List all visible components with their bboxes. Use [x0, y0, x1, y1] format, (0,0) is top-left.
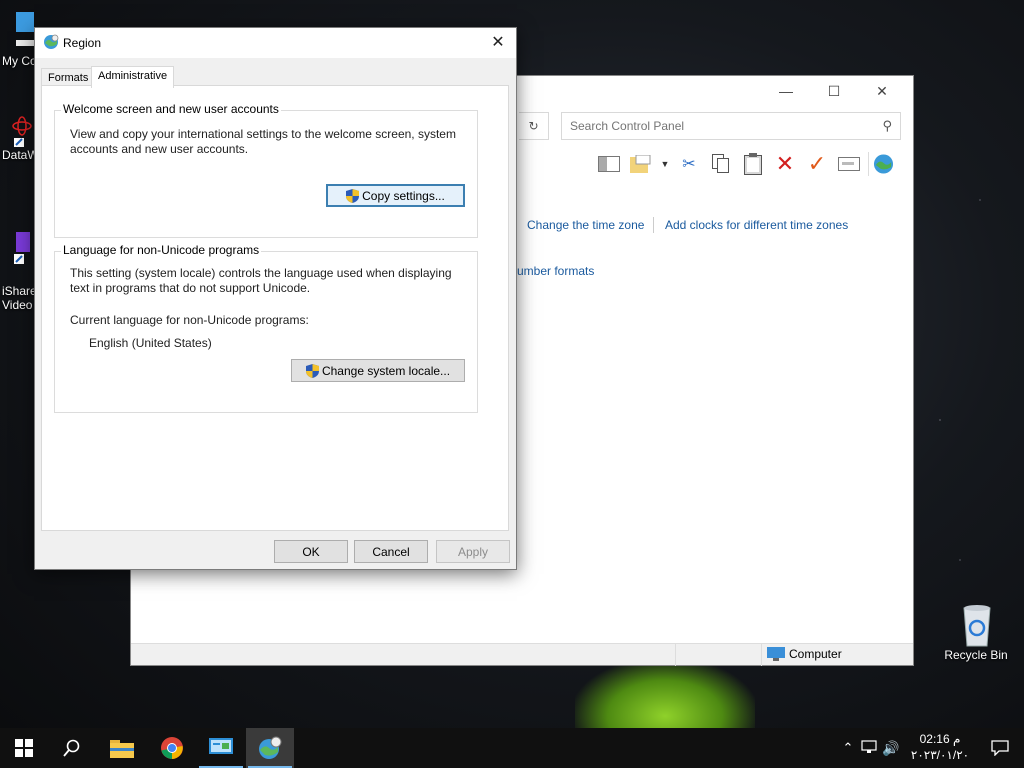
notification-icon [991, 740, 1009, 756]
taskbar: ⌃ 🔊 02:16 م ٢٠٢٣/٠١/٢٠ [0, 728, 1024, 768]
globe-icon[interactable] [868, 152, 894, 176]
system-tray: ⌃ 🔊 [838, 728, 902, 768]
region-globe-icon [259, 736, 282, 759]
number-formats-link[interactable]: umber formats [517, 264, 594, 278]
close-icon[interactable]: ✕ [484, 30, 512, 56]
desktop-icon-label: Recycle Bin [944, 648, 1008, 662]
desktop-icon-ishare[interactable]: iShare Video [2, 218, 37, 312]
control-panel-icon [209, 738, 233, 754]
dialog-titlebar[interactable]: Region ✕ [35, 28, 516, 58]
close-window-button[interactable]: ✕ [859, 80, 905, 102]
status-divider [761, 644, 762, 666]
region-globe-icon [43, 34, 59, 54]
apply-label: Apply [457, 544, 489, 559]
ok-label: OK [302, 544, 320, 559]
add-clocks-link[interactable]: Add clocks for different time zones [665, 218, 848, 232]
cancel-label: Cancel [372, 544, 410, 559]
desktop-icon-recycle-bin[interactable]: Recycle Bin [944, 602, 1008, 662]
monitor-icon [767, 647, 785, 661]
check-icon[interactable]: ✓ [804, 151, 830, 176]
change-system-locale-button[interactable]: Change system locale... [291, 359, 465, 382]
search-box[interactable]: ⚲ [561, 112, 901, 140]
change-locale-label: Change system locale... [321, 363, 451, 378]
welcome-group-description: View and copy your international setting… [70, 127, 456, 156]
chrome-icon [161, 737, 183, 759]
folder-icon[interactable] [628, 152, 654, 176]
desktop-icon-my-computer[interactable]: My Co [2, 10, 38, 68]
uac-shield-icon [346, 188, 360, 203]
toolbar: ▼ ✂ ✕ ✓ [596, 151, 894, 177]
status-divider [675, 644, 676, 666]
welcome-screen-group: Welcome screen and new user accounts Vie… [54, 102, 478, 238]
search-input[interactable] [562, 113, 862, 139]
search-taskbar-button[interactable] [48, 728, 96, 768]
dialog-title: Region [63, 36, 102, 50]
chevron-up-icon[interactable]: ⌃ [838, 740, 858, 756]
file-explorer-button[interactable] [98, 728, 146, 768]
copy-settings-button[interactable]: Copy settings... [326, 184, 465, 207]
change-time-zone-link[interactable]: Change the time zone [527, 218, 644, 232]
status-computer: Computer [767, 647, 842, 661]
desktop-icon-label: iShare Video [2, 284, 37, 312]
welcome-group-legend: Welcome screen and new user accounts [61, 102, 281, 116]
control-panel-taskbar-button[interactable] [197, 728, 245, 768]
search-icon[interactable]: ⚲ [882, 118, 892, 134]
uac-shield-icon [305, 363, 319, 378]
desktop-icon-label: My Co [2, 54, 37, 68]
dropdown-icon[interactable]: ▼ [660, 152, 670, 176]
region-dialog[interactable]: Region ✕ Formats Administrative Welcome … [34, 27, 517, 570]
network-icon[interactable] [858, 739, 880, 757]
locale-group-description: This setting (system locale) controls th… [70, 266, 452, 295]
tab-label: Administrative [98, 70, 168, 82]
current-language-value: English (United States) [89, 336, 212, 350]
rename-icon[interactable] [836, 152, 862, 176]
atom-icon [12, 116, 32, 147]
clock-date: ٢٠٢٣/٠١/٢٠ [910, 748, 970, 762]
recycle-bin-icon [963, 605, 991, 647]
folder-icon [110, 740, 134, 758]
action-center-button[interactable] [976, 728, 1024, 768]
copy-icon[interactable] [708, 152, 734, 176]
pane-icon[interactable] [596, 152, 622, 176]
cancel-button[interactable]: Cancel [354, 540, 428, 563]
tab-administrative[interactable]: Administrative [91, 66, 175, 88]
status-computer-label: Computer [789, 647, 842, 661]
windows-icon [15, 739, 33, 757]
administrative-panel: Welcome screen and new user accounts Vie… [41, 85, 509, 531]
cut-icon[interactable]: ✂ [676, 152, 702, 176]
refresh-icon: ↻ [528, 119, 539, 133]
locale-group-legend: Language for non-Unicode programs [61, 243, 262, 257]
computer-icon [16, 12, 38, 46]
current-language-label: Current language for non-Unicode program… [70, 313, 309, 327]
start-button[interactable] [0, 728, 48, 768]
clock[interactable]: 02:16 م ٢٠٢٣/٠١/٢٠ [904, 731, 976, 763]
apply-button[interactable]: Apply [436, 540, 510, 563]
tab-label: Formats [48, 72, 89, 84]
copy-settings-label: Copy settings... [362, 188, 445, 203]
wallpaper-tent [575, 660, 755, 730]
clock-time: 02:16 م [919, 732, 961, 746]
minimize-button[interactable]: — [763, 80, 809, 102]
status-bar: Computer [131, 643, 913, 666]
ok-button[interactable]: OK [274, 540, 348, 563]
maximize-button[interactable]: ☐ [811, 80, 857, 102]
paste-icon[interactable] [740, 152, 766, 176]
region-taskbar-button[interactable] [246, 728, 294, 768]
volume-icon[interactable]: 🔊 [880, 740, 902, 757]
non-unicode-group: Language for non-Unicode programs This s… [54, 243, 478, 413]
chrome-button[interactable] [148, 728, 196, 768]
link-separator [653, 217, 654, 233]
refresh-button[interactable]: ↻ [519, 112, 549, 140]
delete-icon[interactable]: ✕ [772, 151, 798, 176]
shortcut-icon [14, 232, 30, 264]
window-controls: — ☐ ✕ [763, 76, 913, 106]
search-icon [63, 739, 80, 757]
